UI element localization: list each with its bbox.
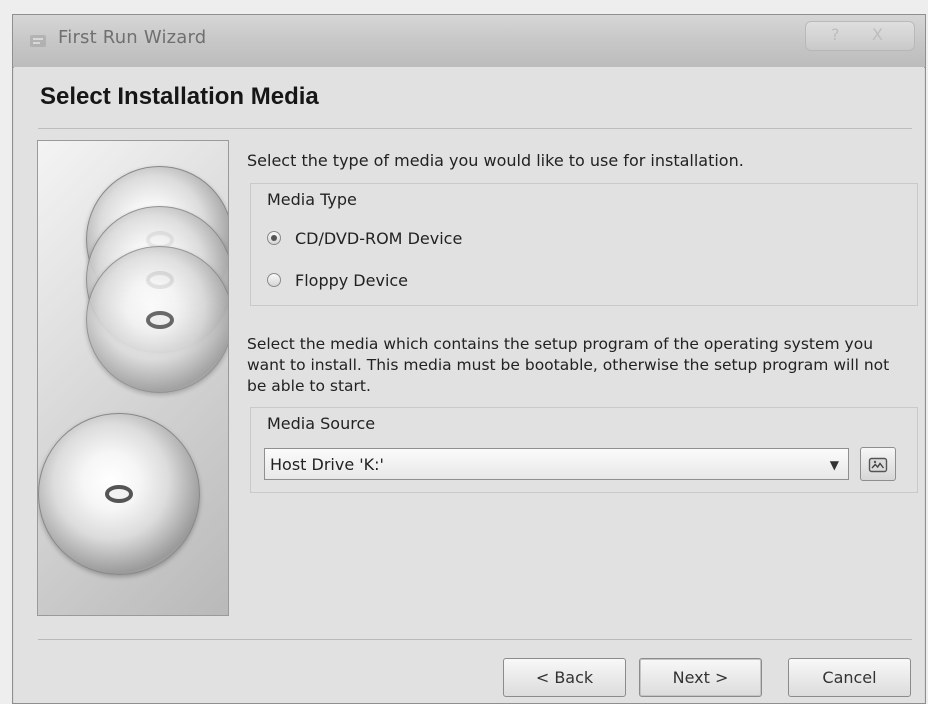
wizard-icon: [30, 35, 46, 47]
cancel-button[interactable]: Cancel: [788, 658, 911, 697]
disc-icon: [38, 413, 200, 575]
back-button[interactable]: < Back: [503, 658, 626, 697]
page-title: Select Installation Media: [40, 83, 319, 110]
radio-selected-icon[interactable]: [267, 231, 281, 245]
button-divider: [38, 639, 912, 640]
help-button[interactable]: ?: [831, 25, 840, 44]
media-source-group: Media Source Host Drive 'K:' ▼: [250, 407, 918, 493]
media-source-select[interactable]: Host Drive 'K:' ▼: [264, 448, 849, 480]
floppy-device-label: Floppy Device: [295, 270, 409, 290]
disc-icon: [86, 246, 228, 393]
radio-unselected-icon[interactable]: [267, 273, 281, 287]
title-divider: [38, 128, 912, 129]
media-source-label: Media Source: [267, 414, 376, 433]
media-type-label: Media Type: [267, 190, 357, 209]
screen: First Run Wizard ? X Select Installation…: [0, 0, 928, 704]
window-title: First Run Wizard: [58, 27, 207, 48]
media-type-instructions: Select the type of media you would like …: [247, 151, 744, 170]
media-source-value: Host Drive 'K:': [270, 455, 384, 474]
media-source-instructions: Select the media which contains the setu…: [247, 335, 890, 395]
window-controls: ? X: [805, 21, 915, 51]
cd-dvd-rom-label: CD/DVD-ROM Device: [295, 228, 463, 248]
wizard-page: Select Installation Media Select the typ…: [14, 67, 924, 703]
floppy-device-option[interactable]: Floppy Device: [267, 268, 408, 292]
folder-browse-icon: [868, 457, 888, 473]
browse-media-button[interactable]: [860, 447, 896, 481]
media-type-group: Media Type CD/DVD-ROM Device Floppy Devi…: [250, 183, 918, 306]
title-bar[interactable]: First Run Wizard ? X: [13, 15, 925, 68]
chevron-down-icon[interactable]: ▼: [830, 458, 839, 472]
close-button[interactable]: X: [872, 25, 883, 44]
first-run-wizard-window: First Run Wizard ? X Select Installation…: [12, 14, 926, 704]
cd-dvd-rom-option[interactable]: CD/DVD-ROM Device: [267, 226, 462, 250]
next-button[interactable]: Next >: [639, 658, 762, 697]
installation-media-illustration: [37, 140, 229, 616]
